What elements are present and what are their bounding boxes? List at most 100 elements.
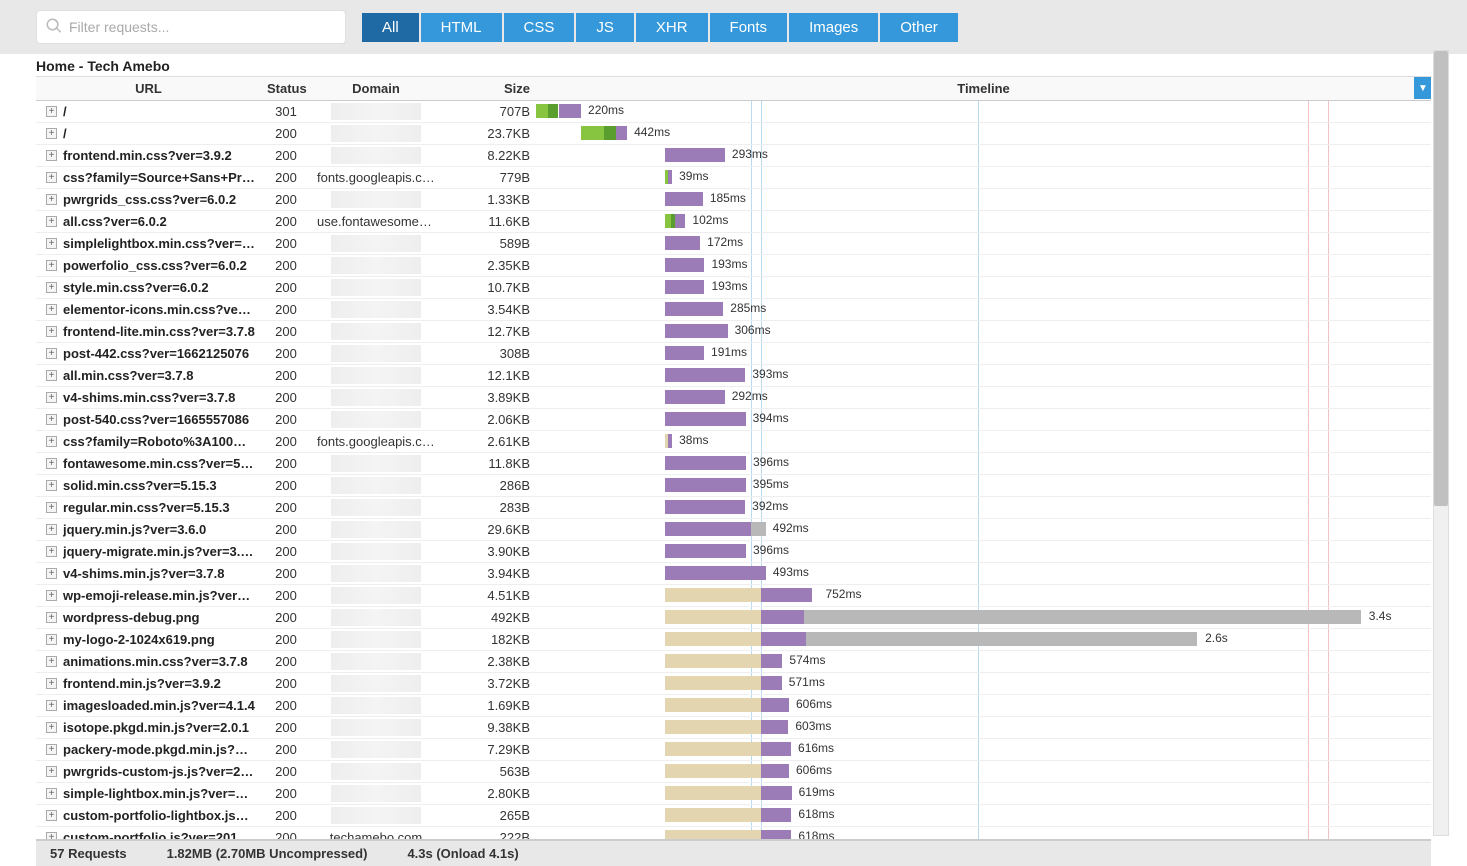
- cell-url: +packery-mode.pkgd.min.js?ver=…: [36, 740, 261, 759]
- tab-images[interactable]: Images: [789, 13, 878, 42]
- expand-icon[interactable]: +: [46, 216, 57, 227]
- chevron-down-icon[interactable]: ▼: [1414, 77, 1431, 99]
- table-row[interactable]: +all.css?ver=6.0.2200use.fontawesome.com…: [36, 211, 1431, 233]
- grid-body[interactable]: +/301707B220ms+/20023.7KB442ms+frontend.…: [36, 101, 1431, 866]
- expand-icon[interactable]: +: [46, 458, 57, 469]
- expand-icon[interactable]: +: [46, 370, 57, 381]
- expand-icon[interactable]: +: [46, 788, 57, 799]
- expand-icon[interactable]: +: [46, 700, 57, 711]
- expand-icon[interactable]: +: [46, 128, 57, 139]
- tab-html[interactable]: HTML: [421, 13, 502, 42]
- cell-size: 265B: [441, 806, 536, 825]
- tab-other[interactable]: Other: [880, 13, 958, 42]
- expand-icon[interactable]: +: [46, 612, 57, 623]
- url-text: pwrgrids-custom-js.js?ver=2015…: [63, 764, 255, 779]
- filter-input[interactable]: [63, 15, 337, 39]
- table-row[interactable]: +wp-emoji-release.min.js?ver=6.0.22004.5…: [36, 585, 1431, 607]
- timing-bar: [665, 346, 704, 360]
- timing-bar: [665, 698, 761, 712]
- col-size[interactable]: Size: [441, 77, 536, 100]
- table-row[interactable]: +frontend.min.css?ver=3.9.22008.22KB293m…: [36, 145, 1431, 167]
- expand-icon[interactable]: +: [46, 546, 57, 557]
- table-row[interactable]: +animations.min.css?ver=3.7.82002.38KB57…: [36, 651, 1431, 673]
- table-row[interactable]: +pwrgrids_css.css?ver=6.0.22001.33KB185m…: [36, 189, 1431, 211]
- table-row[interactable]: +fontawesome.min.css?ver=5.15.320011.8KB…: [36, 453, 1431, 475]
- cell-domain: [311, 673, 441, 694]
- url-text: frontend-lite.min.css?ver=3.7.8: [63, 324, 255, 339]
- time-label: 616ms: [798, 741, 834, 755]
- table-row[interactable]: +solid.min.css?ver=5.15.3200286B395ms: [36, 475, 1431, 497]
- expand-icon[interactable]: +: [46, 766, 57, 777]
- table-row[interactable]: +imagesloaded.min.js?ver=4.1.42001.69KB6…: [36, 695, 1431, 717]
- table-row[interactable]: +powerfolio_css.css?ver=6.0.22002.35KB19…: [36, 255, 1431, 277]
- table-row[interactable]: +style.min.css?ver=6.0.220010.7KB193ms: [36, 277, 1431, 299]
- tab-js[interactable]: JS: [576, 13, 634, 42]
- cell-timeline: 571ms: [536, 673, 1431, 694]
- table-row[interactable]: +post-442.css?ver=1662125076200308B191ms: [36, 343, 1431, 365]
- table-row[interactable]: +jquery-migrate.min.js?ver=3.3.22003.90K…: [36, 541, 1431, 563]
- expand-icon[interactable]: +: [46, 326, 57, 337]
- expand-icon[interactable]: +: [46, 348, 57, 359]
- table-row[interactable]: +pwrgrids-custom-js.js?ver=2015…200563B6…: [36, 761, 1431, 783]
- table-row[interactable]: +post-540.css?ver=16655570862002.06KB394…: [36, 409, 1431, 431]
- table-row[interactable]: +jquery.min.js?ver=3.6.020029.6KB492ms: [36, 519, 1431, 541]
- expand-icon[interactable]: +: [46, 524, 57, 535]
- expand-icon[interactable]: +: [46, 502, 57, 513]
- expand-icon[interactable]: +: [46, 744, 57, 755]
- expand-icon[interactable]: +: [46, 634, 57, 645]
- vertical-scrollbar[interactable]: [1433, 50, 1449, 836]
- table-row[interactable]: +v4-shims.min.js?ver=3.7.82003.94KB493ms: [36, 563, 1431, 585]
- cell-domain: [311, 145, 441, 166]
- expand-icon[interactable]: +: [46, 568, 57, 579]
- table-row[interactable]: +regular.min.css?ver=5.15.3200283B392ms: [36, 497, 1431, 519]
- expand-icon[interactable]: +: [46, 392, 57, 403]
- expand-icon[interactable]: +: [46, 722, 57, 733]
- table-row[interactable]: +wordpress-debug.png200492KB3.4s: [36, 607, 1431, 629]
- cell-size: 3.72KB: [441, 674, 536, 693]
- expand-icon[interactable]: +: [46, 260, 57, 271]
- col-status[interactable]: Status: [261, 77, 311, 100]
- col-url[interactable]: URL: [36, 77, 261, 100]
- expand-icon[interactable]: +: [46, 656, 57, 667]
- expand-icon[interactable]: +: [46, 590, 57, 601]
- expand-icon[interactable]: +: [46, 172, 57, 183]
- table-row[interactable]: +my-logo-2-1024x619.png200182KB2.6s: [36, 629, 1431, 651]
- expand-icon[interactable]: +: [46, 810, 57, 821]
- table-row[interactable]: +/301707B220ms: [36, 101, 1431, 123]
- tab-fonts[interactable]: Fonts: [710, 13, 788, 42]
- table-row[interactable]: +frontend-lite.min.css?ver=3.7.820012.7K…: [36, 321, 1431, 343]
- table-row[interactable]: +all.min.css?ver=3.7.820012.1KB393ms: [36, 365, 1431, 387]
- tab-css[interactable]: CSS: [504, 13, 575, 42]
- expand-icon[interactable]: +: [46, 106, 57, 117]
- table-row[interactable]: +css?family=Source+Sans+Pro%…200fonts.go…: [36, 167, 1431, 189]
- filter-wrap[interactable]: [36, 10, 346, 44]
- table-row[interactable]: +packery-mode.pkgd.min.js?ver=…2007.29KB…: [36, 739, 1431, 761]
- expand-icon[interactable]: +: [46, 238, 57, 249]
- col-domain[interactable]: Domain: [311, 77, 441, 100]
- table-row[interactable]: +css?family=Roboto%3A100%2C…200fonts.goo…: [36, 431, 1431, 453]
- table-row[interactable]: +simple-lightbox.min.js?ver=2015…2002.80…: [36, 783, 1431, 805]
- table-row[interactable]: +frontend.min.js?ver=3.9.22003.72KB571ms: [36, 673, 1431, 695]
- cell-timeline: 492ms: [536, 519, 1431, 540]
- cell-url: +animations.min.css?ver=3.7.8: [36, 652, 261, 671]
- table-row[interactable]: +elementor-icons.min.css?ver=5.…2003.54K…: [36, 299, 1431, 321]
- table-row[interactable]: +simplelightbox.min.css?ver=6.0.2200589B…: [36, 233, 1431, 255]
- table-row[interactable]: +custom-portfolio-lightbox.js?ver…200265…: [36, 805, 1431, 827]
- cell-timeline: 193ms: [536, 255, 1431, 276]
- tab-all[interactable]: All: [362, 13, 419, 42]
- table-row[interactable]: +isotope.pkgd.min.js?ver=2.0.12009.38KB6…: [36, 717, 1431, 739]
- expand-icon[interactable]: +: [46, 282, 57, 293]
- tab-xhr[interactable]: XHR: [636, 13, 708, 42]
- expand-icon[interactable]: +: [46, 150, 57, 161]
- expand-icon[interactable]: +: [46, 436, 57, 447]
- expand-icon[interactable]: +: [46, 414, 57, 425]
- expand-icon[interactable]: +: [46, 678, 57, 689]
- cell-timeline: 191ms: [536, 343, 1431, 364]
- timing-bar: [665, 720, 761, 734]
- col-timeline[interactable]: Timeline: [536, 77, 1431, 100]
- expand-icon[interactable]: +: [46, 304, 57, 315]
- expand-icon[interactable]: +: [46, 480, 57, 491]
- table-row[interactable]: +v4-shims.min.css?ver=3.7.82003.89KB292m…: [36, 387, 1431, 409]
- table-row[interactable]: +/20023.7KB442ms: [36, 123, 1431, 145]
- expand-icon[interactable]: +: [46, 194, 57, 205]
